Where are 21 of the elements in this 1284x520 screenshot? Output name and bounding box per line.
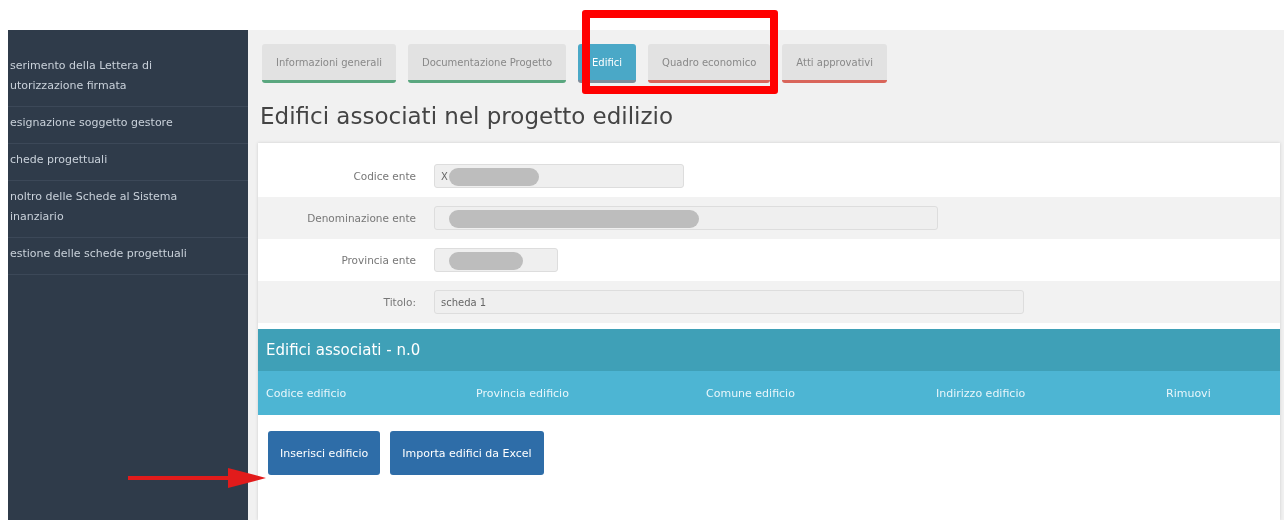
tab[interactable]: Informazioni generali <box>262 44 396 83</box>
action-button[interactable]: Inserisci edificio <box>268 431 381 475</box>
column-header: Comune edificio <box>706 386 796 400</box>
field-label: Titolo: <box>382 296 417 308</box>
table-title: Edifici associati - n.0 <box>258 329 1280 371</box>
tab[interactable]: Documentazione Progetto <box>407 44 567 83</box>
tab[interactable]: Quadro economico <box>648 44 771 83</box>
field-label: Codice ente <box>352 170 417 182</box>
field-label: Provincia ente <box>340 254 417 266</box>
input-field[interactable]: X <box>434 164 684 188</box>
column-header: Codice edificio <box>266 386 348 400</box>
field-label: Denominazione ente <box>306 212 417 224</box>
column-header: Rimuovi <box>1166 386 1212 400</box>
column-header: Provincia edificio <box>476 386 570 400</box>
action-button[interactable]: Importa edifici da Excel <box>390 431 544 475</box>
input-field[interactable]: scheda 1 <box>434 290 1024 314</box>
tab[interactable]: Atti approvativi <box>782 44 888 83</box>
input-field[interactable] <box>434 248 558 272</box>
page-heading: Edifici associati nel progetto edilizio <box>260 103 674 129</box>
input-field[interactable] <box>434 206 938 230</box>
column-header: Indirizzo edificio <box>936 386 1027 400</box>
